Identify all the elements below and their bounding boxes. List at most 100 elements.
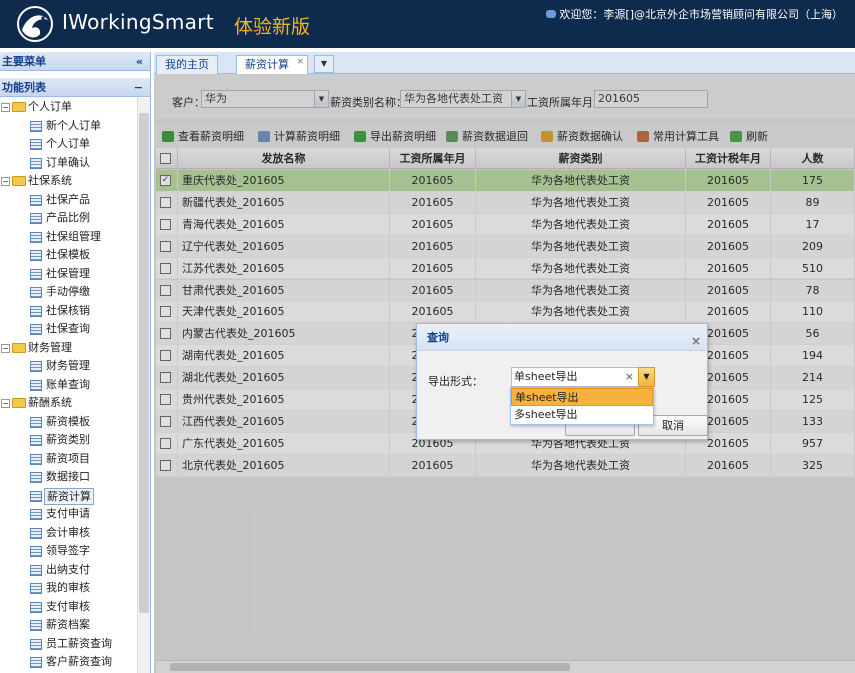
version-label: 体验新版 <box>234 16 311 38</box>
tree-item[interactable]: 社保核销 <box>0 302 137 321</box>
clear-icon[interactable]: × <box>625 368 634 386</box>
tree-item[interactable]: 社保查询 <box>0 320 137 339</box>
tree-item-label: 薪酬系统 <box>28 396 72 409</box>
tree-item-label: 个人订单 <box>28 100 72 113</box>
list-icon <box>30 194 42 206</box>
list-icon <box>30 416 42 428</box>
export-type-select[interactable]: 单sheet导出 × ▼ <box>511 367 655 387</box>
dragon-logo-icon <box>17 6 53 42</box>
list-icon <box>30 546 42 557</box>
tree-item[interactable]: 薪资档案 <box>0 616 137 635</box>
tree-item[interactable]: 社保产品 <box>0 191 137 210</box>
list-icon <box>30 620 42 631</box>
list-icon <box>30 638 42 650</box>
tree-item[interactable]: 手动停缴 <box>0 283 137 302</box>
sidebar: 主要菜单 « 功能列表 − − 个人订单 新个人订单 个人订单 订单确认 − 社保系统 社保产… <box>0 52 151 673</box>
tab-home[interactable]: 我的主页 <box>156 55 218 74</box>
tree-item-label: 会计审核 <box>46 525 90 539</box>
tree-item[interactable]: 社保管理 <box>0 265 137 284</box>
list-icon <box>30 435 42 446</box>
list-icon <box>30 453 42 465</box>
collapse-function-list-button[interactable]: − <box>134 78 143 97</box>
collapse-toggle-icon[interactable]: − <box>1 399 10 408</box>
function-tree: − 个人订单 新个人订单 个人订单 订单确认 − 社保系统 社保产品 产品比例 社保组管理 社保模板… <box>0 98 137 673</box>
tree-item-label: 客户薪资查询 <box>46 655 112 668</box>
app-name: IWorkingSmart <box>62 10 214 34</box>
tree-item[interactable]: 客户薪资查询 <box>0 653 137 672</box>
tree-item-label: 订单确认 <box>46 155 90 169</box>
export-option[interactable]: 单sheet导出 <box>511 388 653 406</box>
tree-item[interactable]: 薪资项目 <box>0 450 137 469</box>
chevron-down-icon[interactable]: ▼ <box>638 367 655 387</box>
list-icon <box>30 527 42 539</box>
sidebar-scrollbar[interactable] <box>137 98 150 673</box>
tab-salary-calc[interactable]: 薪资计算 × <box>236 55 308 75</box>
export-type-value: 单sheet导出 <box>514 370 578 383</box>
tree-item[interactable]: 订单确认 <box>0 154 137 173</box>
tree-item[interactable]: 财务管理 <box>0 357 137 376</box>
list-icon <box>30 157 42 169</box>
list-icon <box>30 324 42 335</box>
export-option[interactable]: 多sheet导出 <box>511 406 653 424</box>
tree-item-label: 社保产品 <box>46 192 90 206</box>
list-icon <box>30 564 42 576</box>
tree-item-label: 新个人订单 <box>46 118 101 132</box>
tree-item[interactable]: 员工薪资查询 <box>0 635 137 654</box>
tree-folder[interactable]: − 个人订单 <box>0 98 137 117</box>
dialog-title: 查询 <box>427 331 449 344</box>
list-icon <box>30 361 42 372</box>
list-icon <box>30 287 42 298</box>
tree-item-label: 薪资模板 <box>46 414 90 428</box>
tree-folder[interactable]: − 薪酬系统 <box>0 394 137 413</box>
tree-item-label: 财务管理 <box>28 340 72 354</box>
tree-item-label: 薪资项目 <box>46 451 90 465</box>
tree-item-label: 员工薪资查询 <box>46 636 112 650</box>
tree-item[interactable]: 账单查询 <box>0 376 137 395</box>
collapse-toggle-icon[interactable]: − <box>1 103 10 112</box>
tree-item-label: 支付审核 <box>46 599 90 613</box>
tree-item[interactable]: 个人订单 <box>0 135 137 154</box>
tree-folder[interactable]: − 社保系统 <box>0 172 137 191</box>
tree-item-label: 个人订单 <box>46 137 90 150</box>
list-icon <box>30 139 42 150</box>
tree-item[interactable]: 支付申请 <box>0 505 137 524</box>
list-icon <box>30 657 42 668</box>
tab-menu-button[interactable]: ▼ <box>314 55 334 73</box>
list-icon <box>30 490 42 502</box>
tree-item[interactable]: 社保模板 <box>0 246 137 265</box>
tree-item[interactable]: 领导签字 <box>0 542 137 561</box>
tree-item-label: 薪资档案 <box>46 618 90 631</box>
tree-item[interactable]: 薪资模板 <box>0 413 137 432</box>
list-icon <box>30 268 42 280</box>
tree-item-label: 数据接口 <box>46 470 90 483</box>
app-header: IWorkingSmart 体验新版 欢迎您：李源[]@北京外企市场营销顾问有限… <box>0 0 855 48</box>
list-icon <box>30 509 42 520</box>
tree-item[interactable]: 薪资类别 <box>0 431 137 450</box>
dialog-header: 查询 × <box>417 324 707 351</box>
tree-item-label: 社保管理 <box>46 266 90 280</box>
tree-item[interactable]: 我的审核 <box>0 579 137 598</box>
collapse-sidebar-button[interactable]: « <box>136 52 143 71</box>
user-icon <box>546 10 557 18</box>
tree-folder[interactable]: − 财务管理 <box>0 339 137 358</box>
collapse-toggle-icon[interactable]: − <box>1 177 10 186</box>
tree-item[interactable]: 新个人订单 <box>0 117 137 136</box>
list-icon <box>30 231 42 243</box>
sidebar-scroll-thumb[interactable] <box>139 113 149 613</box>
tree-item-label: 产品比例 <box>46 211 90 224</box>
tree-item[interactable]: 产品比例 <box>0 209 137 228</box>
tree-item[interactable]: 数据接口 <box>0 468 137 487</box>
list-icon <box>30 250 42 261</box>
tree-item[interactable]: 支付审核 <box>0 598 137 617</box>
collapse-toggle-icon[interactable]: − <box>1 343 10 353</box>
tree-item[interactable]: 社保组管理 <box>0 228 137 247</box>
tree-item-label: 社保模板 <box>46 248 90 261</box>
tree-item[interactable]: 会计审核 <box>0 524 137 543</box>
tree-item[interactable]: 薪资计算 <box>0 487 137 506</box>
tree-item[interactable]: 出纳支付 <box>0 561 137 580</box>
export-type-label: 导出形式： <box>428 375 483 388</box>
tab-close-icon[interactable]: × <box>296 53 304 71</box>
tree-item-label: 社保核销 <box>46 303 90 317</box>
tab-bar: 我的主页 薪资计算 × ▼ <box>154 52 855 75</box>
tree-item-label: 薪资计算 <box>44 487 94 505</box>
